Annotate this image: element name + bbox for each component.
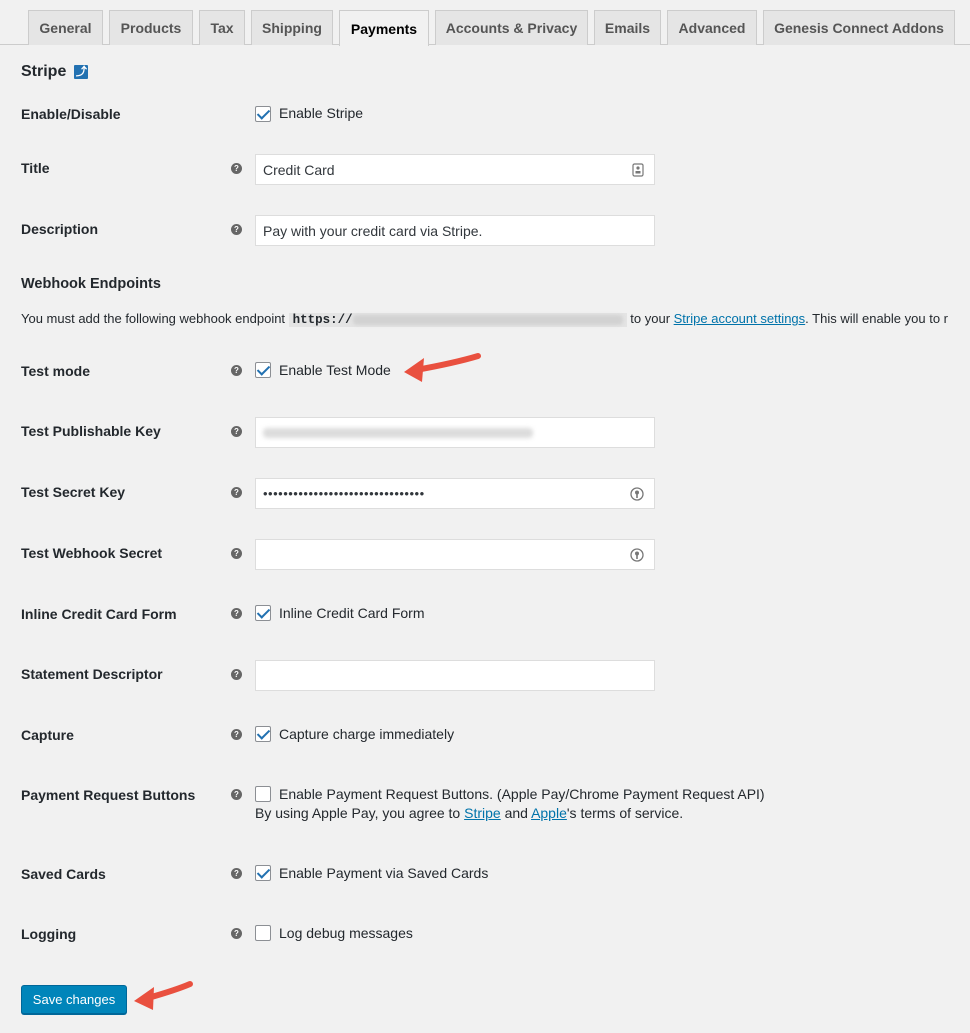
tab-tax[interactable]: Tax: [199, 10, 245, 45]
webhook-notice-prefix: You must add the following webhook endpo…: [21, 311, 289, 326]
tab-general[interactable]: General: [28, 10, 103, 45]
capture-checkbox[interactable]: [255, 726, 271, 742]
capture-label: Capture: [21, 727, 74, 743]
test-secret-key-value: ••••••••••••••••••••••••••••••••: [263, 486, 425, 501]
saved-cards-checkbox[interactable]: [255, 865, 271, 881]
enable-stripe-checkbox[interactable]: [255, 106, 271, 122]
webhook-notice-suffix: . This will enable you to r: [805, 311, 949, 326]
apple-terms-link[interactable]: Apple: [531, 805, 567, 821]
blurred-endpoint: [352, 314, 623, 325]
test-webhook-secret-help-icon[interactable]: ?: [231, 548, 242, 559]
payment-request-buttons-checkbox[interactable]: [255, 786, 271, 802]
enable-disable-label: Enable/Disable: [21, 106, 121, 122]
enable-test-mode-checkbox[interactable]: [255, 362, 271, 378]
statement-descriptor-input[interactable]: [255, 660, 655, 691]
tab-shipping[interactable]: Shipping: [251, 10, 333, 45]
webhook-endpoint-prefix: https://: [292, 313, 353, 327]
description-input[interactable]: Pay with your credit card via Stripe.: [255, 215, 655, 246]
webhook-notice: You must add the following webhook endpo…: [21, 311, 948, 327]
statement-descriptor-help-icon[interactable]: ?: [231, 669, 242, 680]
webhook-endpoint-url: https://: [288, 313, 627, 327]
save-changes-button[interactable]: Save changes: [21, 985, 127, 1014]
password-manager-icon[interactable]: [630, 548, 644, 562]
log-debug-checkbox[interactable]: [255, 925, 271, 941]
settings-tabs: General Products Tax Shipping Payments A…: [0, 0, 970, 46]
password-manager-icon[interactable]: [630, 487, 644, 501]
inline-cc-form-checkbox[interactable]: [255, 605, 271, 621]
title-label: Title: [21, 160, 50, 176]
test-webhook-secret-input[interactable]: [255, 539, 655, 570]
payment-request-desc-mid: and: [500, 805, 532, 821]
title-input[interactable]: Credit Card: [255, 154, 655, 185]
inline-cc-form-label: Inline Credit Card Form: [21, 606, 177, 622]
saved-cards-label: Saved Cards: [21, 866, 106, 882]
title-input-value: Credit Card: [263, 161, 335, 178]
title-help-icon[interactable]: ?: [231, 163, 242, 174]
enable-stripe-label: Enable Stripe: [279, 105, 364, 121]
inline-cc-form-checkbox-label: Inline Credit Card Form: [279, 605, 425, 621]
logging-help-icon[interactable]: ?: [231, 928, 242, 939]
capture-checkbox-label: Capture charge immediately: [279, 726, 455, 742]
inline-cc-form-help-icon[interactable]: ?: [231, 608, 242, 619]
description-label: Description: [21, 221, 99, 237]
test-publishable-key-input[interactable]: [255, 417, 655, 448]
test-secret-key-input[interactable]: ••••••••••••••••••••••••••••••••: [255, 478, 655, 509]
back-to-payments-icon[interactable]: ⤴: [74, 65, 89, 79]
stripe-terms-link[interactable]: Stripe: [464, 805, 501, 821]
tab-emails[interactable]: Emails: [594, 10, 661, 45]
saved-cards-checkbox-label: Enable Payment via Saved Cards: [279, 865, 489, 881]
logging-label: Logging: [21, 926, 77, 942]
test-secret-key-help-icon[interactable]: ?: [231, 487, 242, 498]
saved-cards-help-icon[interactable]: ?: [231, 868, 242, 879]
payment-request-description: By using Apple Pay, you agree to Stripe …: [255, 805, 683, 821]
payment-request-buttons-help-icon[interactable]: ?: [231, 789, 242, 800]
text-autofill-icon[interactable]: [632, 163, 644, 177]
payment-request-desc-prefix: By using Apple Pay, you agree to: [255, 805, 465, 821]
section-title-text: Stripe: [21, 63, 67, 80]
payment-request-buttons-label: Payment Request Buttons: [21, 787, 196, 803]
annotation-arrow-test-mode: [404, 353, 481, 382]
tab-payments[interactable]: Payments: [339, 10, 429, 46]
webhook-endpoints-title: Webhook Endpoints: [21, 276, 161, 292]
test-publishable-key-label: Test Publishable Key: [21, 423, 161, 439]
enable-test-mode-label: Enable Test Mode: [279, 362, 391, 378]
log-debug-checkbox-label: Log debug messages: [279, 925, 413, 941]
payment-request-buttons-checkbox-label: Enable Payment Request Buttons. (Apple P…: [279, 786, 765, 802]
description-input-value: Pay with your credit card via Stripe.: [263, 222, 483, 239]
tab-genesis-connect-addons[interactable]: Genesis Connect Addons: [763, 10, 955, 45]
test-mode-label: Test mode: [21, 363, 90, 379]
description-help-icon[interactable]: ?: [231, 224, 242, 235]
tab-accounts-privacy[interactable]: Accounts & Privacy: [435, 10, 588, 45]
capture-help-icon[interactable]: ?: [231, 729, 242, 740]
payment-request-desc-suffix: 's terms of service.: [566, 805, 684, 821]
test-webhook-secret-label: Test Webhook Secret: [21, 545, 163, 561]
annotation-arrow-save: [134, 981, 193, 1010]
test-publishable-key-help-icon[interactable]: ?: [231, 426, 242, 437]
webhook-notice-mid: to your: [626, 311, 674, 326]
stripe-account-settings-link[interactable]: Stripe account settings: [674, 311, 806, 326]
test-mode-help-icon[interactable]: ?: [231, 365, 242, 376]
test-secret-key-label: Test Secret Key: [21, 484, 126, 500]
tab-advanced[interactable]: Advanced: [667, 10, 757, 45]
tab-products[interactable]: Products: [109, 10, 193, 45]
section-title: Stripe ⤴: [21, 63, 89, 81]
statement-descriptor-label: Statement Descriptor: [21, 666, 163, 682]
blurred-publishable-key: [263, 427, 533, 438]
